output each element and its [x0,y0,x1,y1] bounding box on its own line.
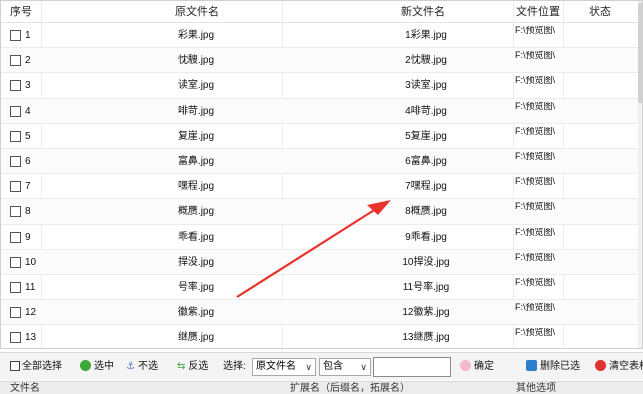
invert-icon: ⇆ [177,361,186,372]
deselect-button[interactable]: ⚓ 不选 [126,359,158,375]
clear-icon [595,360,606,371]
extension-section-label: 扩展名（后缀名，拓展名） [290,383,410,394]
select-label: 选中 [94,361,114,372]
clear-table-button[interactable]: 清空表格 [595,359,643,375]
delete-selected-button[interactable]: 删除已选 [526,359,580,375]
clear-table-label: 清空表格 [609,361,643,372]
deselect-label: 不选 [137,361,158,372]
other-options-label: 其他选项 [516,383,556,394]
confirm-icon [460,360,471,371]
filter-input[interactable] [373,357,451,377]
chevron-down-icon: ∨ [360,362,367,372]
selection-toolbar: 全部选择 选中 ⚓ 不选 ⇆ 反选 选择: 原文件名 ∨ 包含 ∨ 确定 删除已选 清空… [0,352,643,380]
choose-label: 选择: [223,361,246,372]
annotation-arrow [236,200,391,298]
match-select-value: 包含 [323,361,343,372]
select-all-checkbox[interactable]: 全部选择 [10,359,62,375]
field-select[interactable]: 原文件名 ∨ [252,358,316,376]
options-footer: 文件名 扩展名（后缀名，拓展名） 其他选项 [0,381,643,394]
field-select-value: 原文件名 [256,361,296,372]
filename-section-label: 文件名 [10,383,40,394]
invert-label: 反选 [188,361,209,372]
confirm-label: 确定 [474,361,494,372]
anchor-icon: ⚓ [126,361,135,372]
confirm-button[interactable]: 确定 [460,359,494,375]
select-all-label: 全部选择 [22,361,62,372]
delete-selected-label: 删除已选 [540,361,580,372]
check-circle-icon [80,360,91,371]
file-table: 序号 原文件名 新文件名 文件位置 状态 1 彩果.jpg 1彩果.jpg F:\预览… [0,0,643,349]
select-button[interactable]: 选中 [80,359,114,375]
select-all-box[interactable] [10,361,20,371]
chevron-down-icon: ∨ [305,362,312,372]
match-select[interactable]: 包含 ∨ [319,358,371,376]
invert-button[interactable]: ⇆ 反选 [177,359,208,375]
delete-icon [526,360,537,371]
